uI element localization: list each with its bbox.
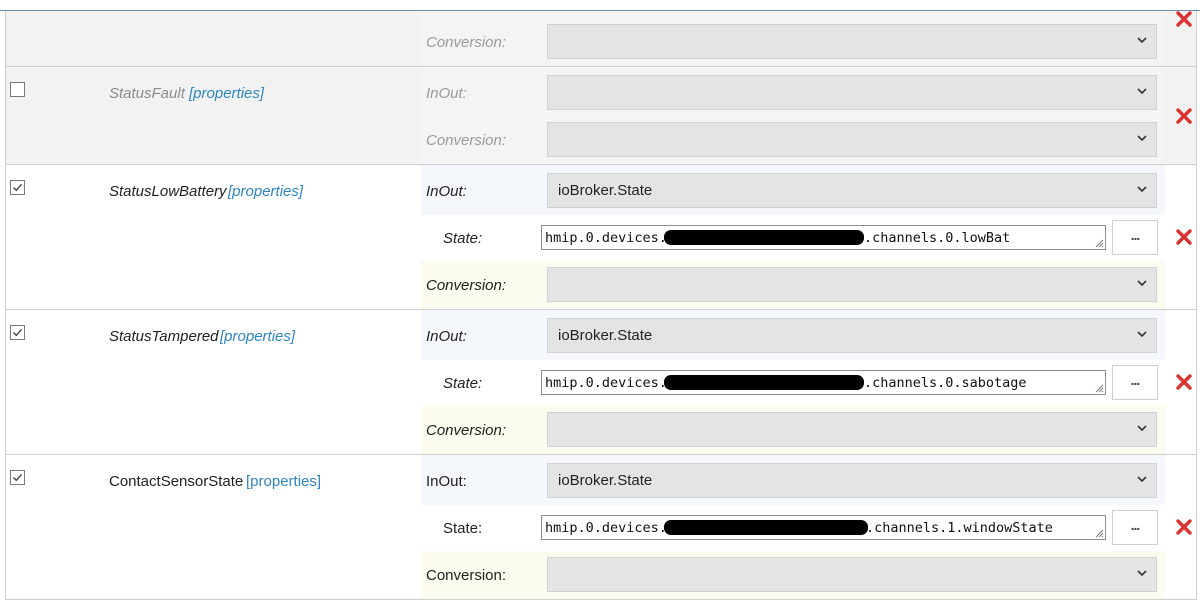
inout-select-value: ioBroker.State: [558, 472, 653, 489]
state-input[interactable]: hmip.0.devices. .channels.0.lowBat: [541, 225, 1106, 250]
chevron-down-icon: [1137, 135, 1147, 142]
delete-icon[interactable]: [1176, 374, 1192, 390]
state-input[interactable]: hmip.0.devices. .channels.0.sabotage: [541, 370, 1106, 395]
chevron-down-icon: [1137, 37, 1147, 44]
state-prefix: hmip.0.devices.: [545, 375, 667, 391]
conversion-select[interactable]: [547, 24, 1157, 59]
chevron-down-icon: [1137, 425, 1147, 432]
inout-select[interactable]: ioBroker.State: [547, 173, 1157, 208]
properties-link[interactable]: [properties]: [220, 328, 295, 345]
redaction-mark: [664, 375, 864, 390]
chevron-down-icon: [1137, 331, 1147, 338]
conversion-label: Conversion:: [426, 277, 507, 294]
browse-button-label: ...: [1130, 227, 1141, 243]
browse-button[interactable]: ...: [1112, 220, 1158, 255]
checkmark-icon: [13, 473, 23, 482]
state-suffix: .channels.0.sabotage: [864, 375, 1027, 391]
inout-label: InOut:: [426, 328, 467, 345]
conversion-label: Conversion:: [426, 422, 507, 439]
delete-icon[interactable]: [1176, 108, 1192, 124]
redaction-mark: [664, 230, 864, 245]
inout-select[interactable]: ioBroker.State: [547, 318, 1157, 353]
enable-checkbox[interactable]: [10, 325, 25, 340]
conversion-select[interactable]: [547, 412, 1157, 447]
inout-select[interactable]: ioBroker.State: [547, 463, 1157, 498]
characteristic-row-statusfault: StatusFault [properties] InOut: Conversi…: [5, 67, 1197, 165]
inout-label: InOut:: [426, 473, 467, 490]
conversion-select[interactable]: [547, 122, 1157, 157]
browse-button-label: ...: [1130, 372, 1141, 388]
state-prefix: hmip.0.devices.: [545, 520, 667, 536]
characteristic-row-statustampered: StatusTampered [properties] InOut: State…: [5, 310, 1197, 455]
properties-link[interactable]: [properties]: [228, 183, 303, 200]
state-label: State:: [443, 375, 483, 392]
state-input[interactable]: hmip.0.devices. .channels.1.windowState: [541, 515, 1106, 540]
state-label: State:: [443, 230, 483, 247]
resize-grip-icon[interactable]: [1093, 237, 1104, 248]
properties-link[interactable]: [properties]: [189, 85, 264, 102]
delete-icon[interactable]: [1176, 519, 1192, 535]
checkmark-icon: [13, 183, 23, 192]
resize-grip-icon[interactable]: [1093, 527, 1104, 538]
inout-label: InOut:: [426, 85, 467, 102]
conversion-select[interactable]: [547, 557, 1157, 592]
checkmark-icon: [13, 328, 23, 337]
chevron-down-icon: [1137, 88, 1147, 95]
inout-select-value: ioBroker.State: [558, 182, 653, 199]
enable-checkbox[interactable]: [10, 470, 25, 485]
delete-icon[interactable]: [1176, 11, 1192, 27]
redaction-mark: [664, 520, 868, 535]
inout-select-value: ioBroker.State: [558, 327, 653, 344]
characteristic-row-partial: Conversion:: [5, 11, 1197, 67]
chevron-down-icon: [1137, 186, 1147, 193]
conversion-label: Conversion:: [426, 34, 507, 51]
state-label: State:: [443, 520, 483, 537]
characteristic-row-statuslowbattery: StatusLowBattery [properties] InOut: Sta…: [5, 165, 1197, 310]
chevron-down-icon: [1137, 570, 1147, 577]
state-suffix: .channels.1.windowState: [866, 520, 1053, 536]
properties-link[interactable]: [properties]: [246, 473, 321, 490]
enable-checkbox[interactable]: [10, 180, 25, 195]
characteristic-name: StatusFault: [109, 85, 185, 102]
state-suffix: .channels.0.lowBat: [864, 230, 1011, 246]
enable-checkbox[interactable]: [10, 82, 25, 97]
inout-select[interactable]: [547, 75, 1157, 110]
conversion-label: Conversion:: [426, 132, 507, 149]
characteristic-name: ContactSensorState: [109, 473, 244, 490]
resize-grip-icon[interactable]: [1093, 382, 1104, 393]
chevron-down-icon: [1137, 280, 1147, 287]
characteristic-row-contactsensorstate: ContactSensorState [properties] InOut: S…: [5, 455, 1197, 600]
browse-button[interactable]: ...: [1112, 365, 1158, 400]
conversion-select[interactable]: [547, 267, 1157, 302]
browse-button[interactable]: ...: [1112, 510, 1158, 545]
browse-button-label: ...: [1130, 517, 1141, 533]
delete-icon[interactable]: [1176, 229, 1192, 245]
characteristic-name: StatusLowBattery: [109, 183, 227, 200]
characteristic-name: StatusTampered: [109, 328, 219, 345]
state-prefix: hmip.0.devices.: [545, 230, 667, 246]
chevron-down-icon: [1137, 476, 1147, 483]
conversion-label: Conversion:: [426, 567, 507, 584]
inout-label: InOut:: [426, 183, 467, 200]
